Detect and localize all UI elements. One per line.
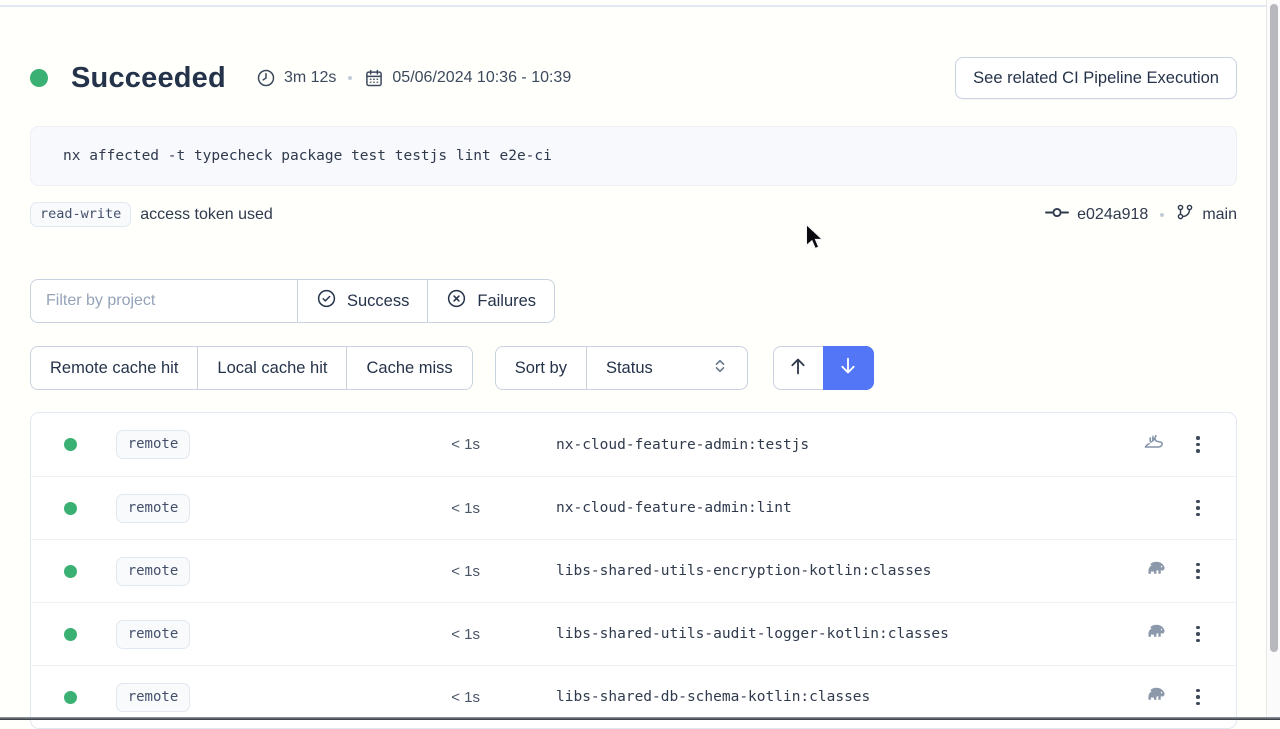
task-duration: < 1s	[190, 436, 480, 453]
run-status-title: Succeeded	[71, 62, 226, 95]
task-duration: < 1s	[190, 500, 480, 517]
task-status-dot	[64, 691, 77, 704]
access-token-text: access token used	[140, 206, 273, 224]
token-row: read-write access token used e024a918 ma…	[30, 202, 1237, 227]
run-date-range: 05/06/2024 10:36 - 10:39	[364, 68, 571, 88]
task-status-dot	[64, 565, 77, 578]
task-name[interactable]: libs-shared-utils-audit-logger-kotlin:cl…	[556, 626, 1132, 642]
filter-success-button[interactable]: Success	[297, 279, 428, 323]
filter-failures-button[interactable]: Failures	[427, 279, 555, 323]
task-name[interactable]: libs-shared-db-schema-kotlin:classes	[556, 689, 1132, 705]
tab-local-cache-hit[interactable]: Local cache hit	[197, 346, 347, 390]
branch-name[interactable]: main	[1202, 206, 1237, 224]
arrow-down-icon	[837, 355, 859, 382]
gradle-elephant-icon	[1142, 682, 1167, 712]
task-menu-button[interactable]	[1176, 423, 1220, 467]
separator-dot	[348, 76, 352, 80]
arrow-up-icon	[787, 355, 809, 382]
run-header: Succeeded 3m 12s 05/06/2024 10:36 - 10:3…	[30, 57, 1237, 99]
branch-icon	[1176, 203, 1194, 226]
task-cache-badge: remote	[116, 494, 190, 523]
scrollbar[interactable]	[1266, 0, 1280, 720]
task-tech-icon	[1132, 682, 1176, 712]
commit-sha[interactable]: e024a918	[1077, 206, 1148, 224]
task-row: remote < 1s nx-cloud-feature-admin:lint	[31, 476, 1236, 539]
task-name[interactable]: nx-cloud-feature-admin:testjs	[556, 437, 1132, 453]
check-circle-icon	[316, 288, 337, 314]
run-details-page: Succeeded 3m 12s 05/06/2024 10:36 - 10:3…	[30, 0, 1237, 729]
task-list: remote < 1s nx-cloud-feature-admin:testj…	[30, 412, 1237, 729]
run-status-dot	[30, 69, 48, 87]
task-duration: < 1s	[190, 689, 480, 706]
chevron-up-down-icon	[712, 358, 728, 379]
scrollbar-thumb[interactable]	[1270, 4, 1278, 652]
sort-descending-button[interactable]	[823, 346, 874, 390]
run-duration-label: 3m 12s	[284, 69, 336, 87]
task-status-dot	[64, 502, 77, 515]
task-cache-badge: remote	[116, 557, 190, 586]
task-status-dot	[64, 438, 77, 451]
task-status-dot	[64, 628, 77, 641]
run-command-box: nx affected -t typecheck package test te…	[30, 126, 1237, 186]
cache-filter-group: Remote cache hit Local cache hit Cache m…	[30, 346, 473, 390]
winged-shoe-icon	[1142, 430, 1166, 459]
task-cache-badge: remote	[116, 620, 190, 649]
task-menu-button[interactable]	[1176, 549, 1220, 593]
sort-status-select[interactable]: Status	[586, 346, 748, 390]
gradle-elephant-icon	[1142, 556, 1167, 586]
task-menu-button[interactable]	[1176, 612, 1220, 656]
task-menu-button[interactable]	[1176, 675, 1220, 719]
clock-icon	[256, 68, 276, 88]
sort-direction-group	[773, 346, 874, 390]
sort-group: Sort by Status	[495, 346, 748, 390]
run-date-range-label: 05/06/2024 10:36 - 10:39	[392, 69, 571, 87]
access-token-badge: read-write	[30, 202, 131, 227]
task-duration: < 1s	[190, 563, 480, 580]
task-name[interactable]: nx-cloud-feature-admin:lint	[556, 500, 1132, 516]
task-row: remote < 1s libs-shared-utils-audit-logg…	[31, 602, 1236, 665]
run-duration: 3m 12s	[256, 68, 336, 88]
calendar-icon	[364, 68, 384, 88]
filter-success-label: Success	[347, 292, 409, 311]
run-command-text: nx affected -t typecheck package test te…	[63, 148, 552, 164]
vcs-info: e024a918 main	[1045, 203, 1237, 226]
task-duration: < 1s	[190, 626, 480, 643]
filter-failures-label: Failures	[477, 292, 536, 311]
gradle-elephant-icon	[1142, 619, 1167, 649]
commit-icon	[1045, 206, 1069, 224]
task-cache-badge: remote	[116, 683, 190, 712]
task-menu-button[interactable]	[1176, 486, 1220, 530]
separator-dot	[1160, 213, 1164, 217]
task-name[interactable]: libs-shared-utils-encryption-kotlin:clas…	[556, 563, 1132, 579]
tab-cache-miss[interactable]: Cache miss	[346, 346, 472, 390]
sort-by-label: Sort by	[495, 346, 587, 390]
filter-project-input[interactable]	[30, 279, 298, 323]
sort-ascending-button[interactable]	[773, 346, 824, 390]
task-tech-icon	[1132, 619, 1176, 649]
task-cache-badge: remote	[116, 430, 190, 459]
tab-remote-cache-hit[interactable]: Remote cache hit	[30, 346, 198, 390]
task-row: remote < 1s nx-cloud-feature-admin:testj…	[31, 413, 1236, 476]
mouse-cursor	[805, 224, 824, 255]
task-row: remote < 1s libs-shared-utils-encryption…	[31, 539, 1236, 602]
task-tech-icon	[1132, 430, 1176, 459]
filter-row: Success Failures	[30, 279, 1237, 323]
sort-status-value: Status	[606, 359, 653, 378]
see-related-ci-pipeline-button[interactable]: See related CI Pipeline Execution	[955, 57, 1237, 99]
task-tech-icon	[1132, 556, 1176, 586]
cache-sort-row: Remote cache hit Local cache hit Cache m…	[30, 346, 1237, 390]
x-circle-icon	[446, 288, 467, 314]
